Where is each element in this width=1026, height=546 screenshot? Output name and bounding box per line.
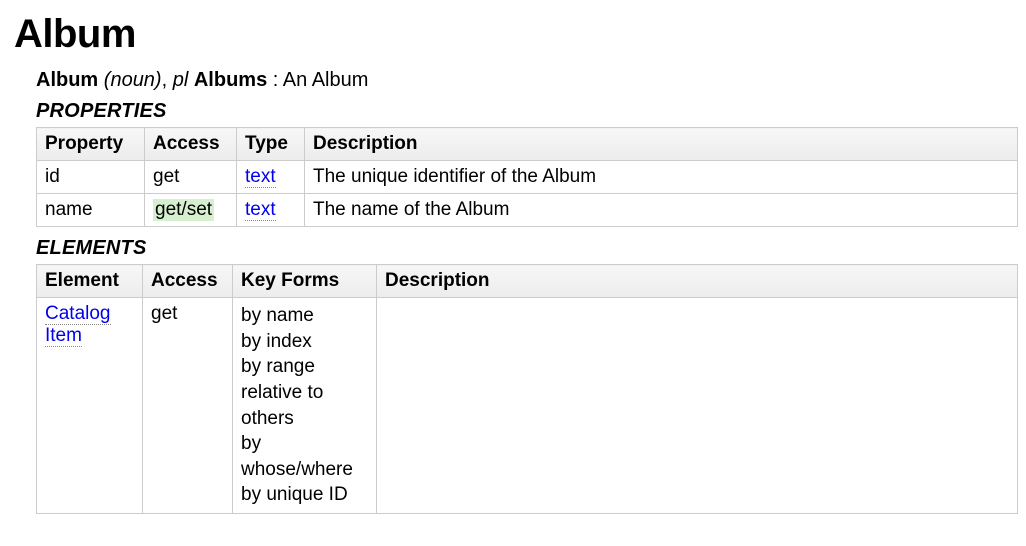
- element-access-cell: get: [143, 298, 233, 514]
- properties-col-description: Description: [305, 128, 1018, 161]
- element-description-cell: [377, 298, 1018, 514]
- definition-plural-abbr: pl: [173, 69, 189, 91]
- property-type-cell: text: [237, 161, 305, 194]
- element-keyforms-cell: by nameby indexby rangerelative to other…: [233, 298, 377, 514]
- properties-col-type: Type: [237, 128, 305, 161]
- type-link[interactable]: text: [245, 166, 276, 188]
- definition-line: Album (noun), pl Albums : An Album: [36, 69, 1012, 92]
- elements-col-keyforms: Key Forms: [233, 265, 377, 298]
- property-access-cell: get: [145, 161, 237, 194]
- keyform-item: by index: [241, 329, 368, 355]
- properties-col-access: Access: [145, 128, 237, 161]
- element-link[interactable]: Catalog Item: [45, 303, 111, 347]
- keyform-item: by range: [241, 354, 368, 380]
- keyform-item: by unique ID: [241, 482, 368, 508]
- properties-col-property: Property: [37, 128, 145, 161]
- element-name-cell: Catalog Item: [37, 298, 143, 514]
- properties-table: Property Access Type Description idgette…: [36, 127, 1018, 227]
- elements-col-access: Access: [143, 265, 233, 298]
- definition-plural: Albums: [194, 69, 267, 91]
- keyform-item: by whose/where: [241, 431, 368, 482]
- definition-description: An Album: [283, 69, 369, 91]
- elements-col-element: Element: [37, 265, 143, 298]
- definition-pos: (noun): [104, 69, 162, 91]
- table-row: idgettext The unique identifier of the Al…: [37, 161, 1018, 194]
- page-title: Album: [14, 12, 1012, 57]
- property-description-cell: The unique identifier of the Album: [305, 161, 1018, 194]
- table-row: name get/set text The name of the Album: [37, 194, 1018, 227]
- properties-heading: PROPERTIES: [36, 100, 1012, 123]
- type-link[interactable]: text: [245, 199, 276, 221]
- property-access-cell: get/set: [145, 194, 237, 227]
- property-type-cell: text: [237, 194, 305, 227]
- elements-table: Element Access Key Forms Description Cat…: [36, 264, 1018, 514]
- property-name-cell: name: [37, 194, 145, 227]
- keyform-item: by name: [241, 303, 368, 329]
- elements-heading: ELEMENTS: [36, 237, 1012, 260]
- definition-term: Album: [36, 69, 98, 91]
- keyform-item: relative to others: [241, 380, 368, 431]
- access-highlight: get/set: [153, 199, 214, 221]
- table-row: Catalog Itemgetby nameby indexby rangere…: [37, 298, 1018, 514]
- elements-col-description: Description: [377, 265, 1018, 298]
- property-name-cell: id: [37, 161, 145, 194]
- property-description-cell: The name of the Album: [305, 194, 1018, 227]
